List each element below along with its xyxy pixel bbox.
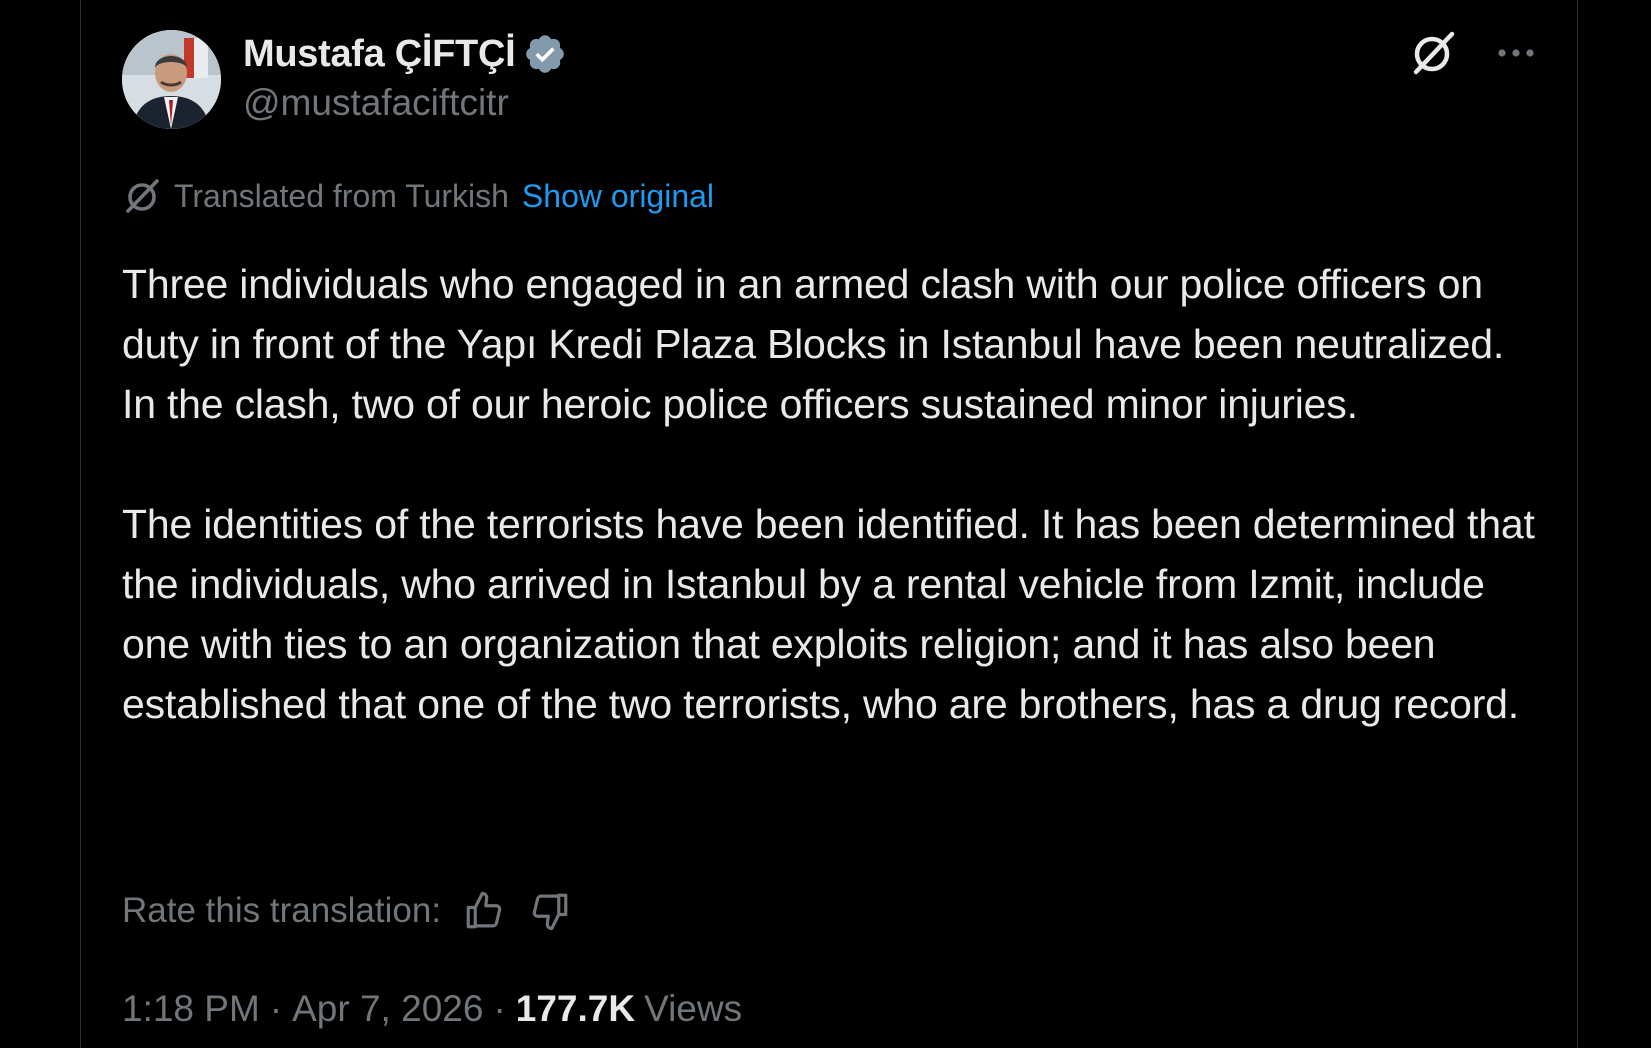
- post-time[interactable]: 1:18 PM: [122, 988, 260, 1030]
- post-paragraph: The identities of the terrorists have be…: [122, 501, 1535, 727]
- views-label: Views: [644, 988, 743, 1029]
- post-paragraph: Three individuals who engaged in an arme…: [122, 261, 1505, 427]
- avatar[interactable]: [122, 30, 221, 129]
- post: Mustafa ÇİFTÇİ @mustafaciftcitr Translat…: [122, 28, 1538, 1029]
- rate-translation-label: Rate this translation:: [122, 891, 442, 930]
- translated-from-label: Translated from Turkish: [174, 177, 509, 214]
- rate-translation-row: Rate this translation:: [122, 886, 571, 936]
- post-header: Mustafa ÇİFTÇİ @mustafaciftcitr: [122, 28, 1538, 132]
- post-date[interactable]: Apr 7, 2026: [292, 988, 483, 1030]
- grok-icon[interactable]: [1408, 28, 1458, 78]
- more-options-icon[interactable]: [1496, 40, 1536, 66]
- timeline-column: Mustafa ÇİFTÇİ @mustafaciftcitr Translat…: [80, 0, 1578, 1048]
- author-identity[interactable]: Mustafa ÇİFTÇİ @mustafaciftcitr: [243, 30, 567, 124]
- thumbs-up-icon[interactable]: [463, 890, 505, 932]
- views-count[interactable]: 177.7K: [516, 988, 635, 1030]
- name-row: Mustafa ÇİFTÇİ: [243, 30, 567, 78]
- thumbs-down-icon[interactable]: [529, 890, 571, 932]
- show-original-link[interactable]: Show original: [522, 178, 714, 215]
- author-display-name[interactable]: Mustafa ÇİFTÇİ: [243, 33, 516, 76]
- author-handle[interactable]: @mustafaciftcitr: [243, 82, 567, 124]
- post-meta: 1:18 PM · Apr 7, 2026 · 177.7K Views: [122, 988, 742, 1038]
- verified-badge-icon[interactable]: [523, 32, 567, 76]
- meta-separator: ·: [493, 988, 506, 1029]
- post-text: Three individuals who engaged in an arme…: [122, 254, 1538, 734]
- translation-notice: Translated from Turkish Show original: [122, 174, 714, 218]
- meta-separator: ·: [269, 988, 283, 1029]
- translate-icon: [122, 176, 162, 216]
